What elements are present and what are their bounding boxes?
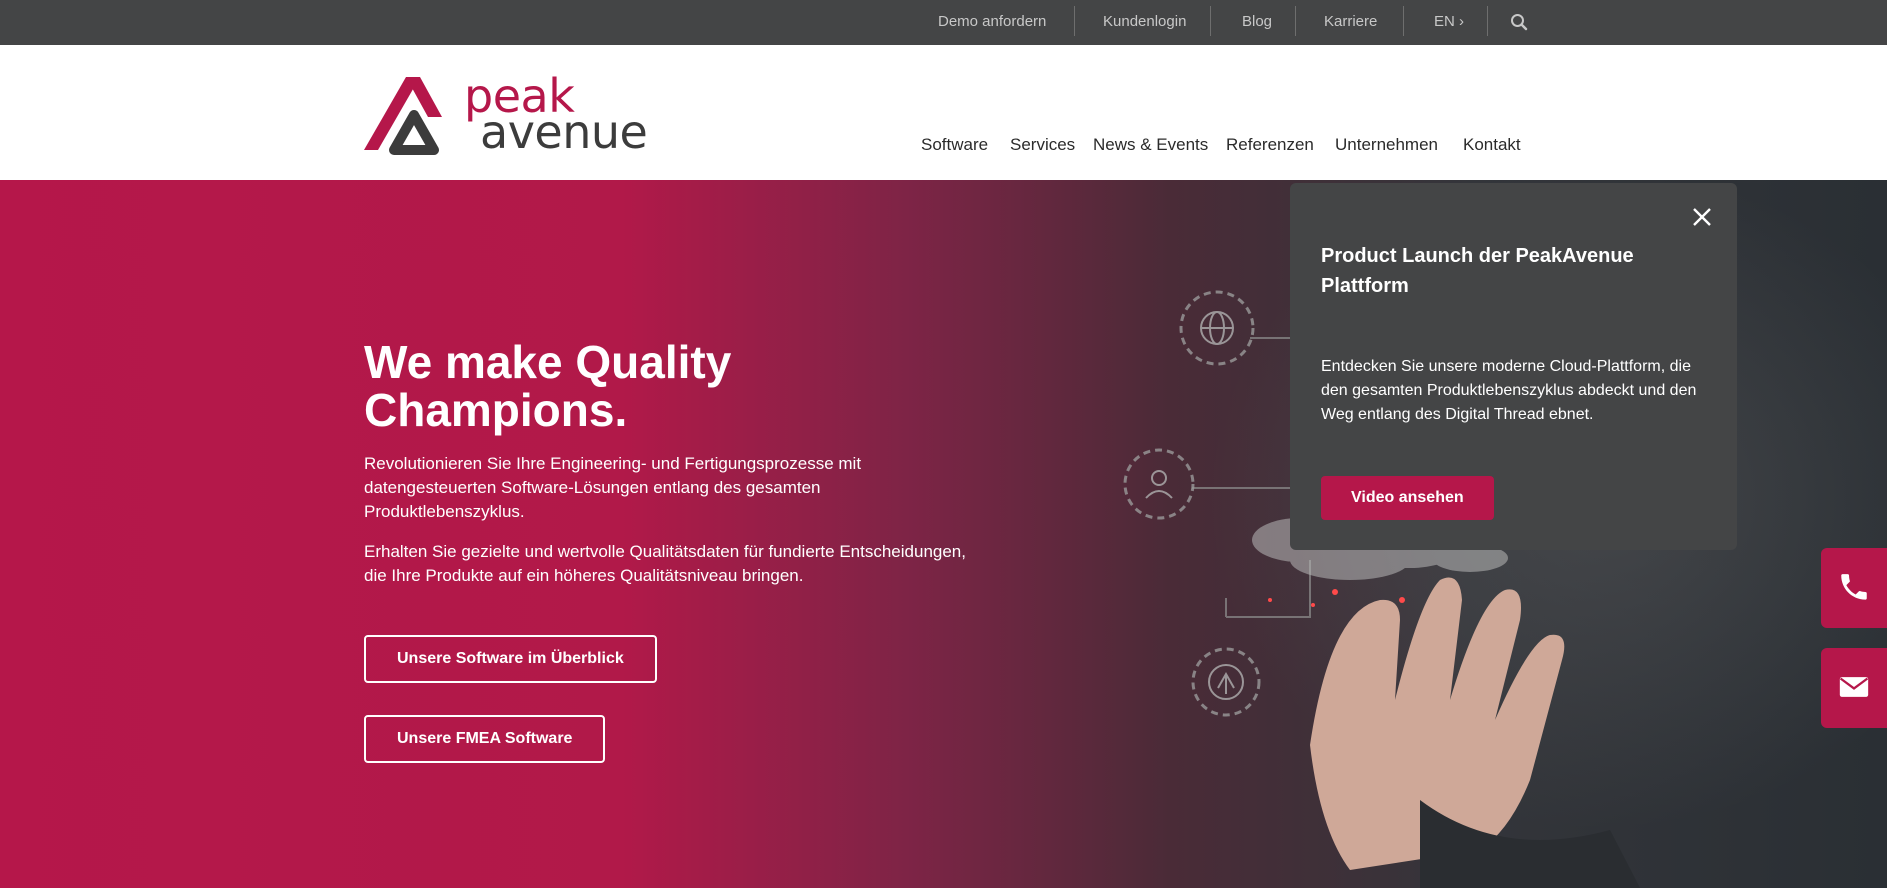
nav-item-unternehmen[interactable]: Unternehmen bbox=[1335, 135, 1438, 155]
topbar-link-karriere[interactable]: Karriere bbox=[1324, 0, 1377, 45]
logo-mark-icon bbox=[364, 77, 442, 155]
topbar-divider bbox=[1210, 6, 1211, 36]
nav-item-referenzen[interactable]: Referenzen bbox=[1226, 135, 1314, 155]
phone-icon bbox=[1841, 574, 1867, 600]
hero-paragraph-2: Erhalten Sie gezielte und wertvolle Qual… bbox=[364, 542, 966, 585]
topbar-divider bbox=[1487, 6, 1488, 36]
hero-paragraph-1: Revolutionieren Sie Ihre Engineering- un… bbox=[364, 454, 862, 521]
search-icon[interactable] bbox=[1510, 13, 1528, 31]
popup-title: Product Launch der PeakAvenue Plattform bbox=[1321, 245, 1634, 297]
watch-video-button[interactable]: Video ansehen bbox=[1321, 476, 1494, 520]
peakavenue-logo[interactable]: peak avenue bbox=[364, 69, 664, 159]
software-overview-button[interactable]: Unsere Software im Überblick bbox=[364, 635, 657, 683]
nav-item-news-events[interactable]: News & Events bbox=[1093, 135, 1208, 155]
phone-contact-tab[interactable] bbox=[1821, 548, 1887, 628]
nav-item-kontakt[interactable]: Kontakt bbox=[1463, 135, 1521, 155]
topbar-link-demo[interactable]: Demo anfordern bbox=[938, 0, 1046, 45]
topbar-divider bbox=[1295, 6, 1296, 36]
email-contact-tab[interactable] bbox=[1821, 648, 1887, 728]
nav-item-services[interactable]: Services bbox=[1010, 135, 1075, 155]
site-header: peak avenue Software Services News & Eve… bbox=[0, 45, 1887, 180]
language-switch[interactable]: EN › bbox=[1434, 0, 1464, 45]
topbar-divider bbox=[1074, 6, 1075, 36]
logo-text-avenue: avenue bbox=[480, 105, 648, 159]
mail-icon bbox=[1839, 677, 1869, 697]
product-launch-popup: Product Launch der PeakAvenue Plattform … bbox=[1290, 183, 1737, 550]
fmea-software-button[interactable]: Unsere FMEA Software bbox=[364, 715, 606, 763]
topbar-link-kundenlogin[interactable]: Kundenlogin bbox=[1103, 0, 1186, 45]
nav-item-software[interactable]: Software bbox=[921, 135, 988, 155]
close-icon[interactable] bbox=[1690, 205, 1714, 229]
hero-title: We make Quality Champions. bbox=[364, 336, 732, 436]
popup-text: Entdecken Sie unsere moderne Cloud-Platt… bbox=[1321, 358, 1697, 423]
top-utility-bar: Demo anfordern Kundenlogin Blog Karriere… bbox=[0, 0, 1887, 45]
topbar-divider bbox=[1403, 6, 1404, 36]
topbar-link-blog[interactable]: Blog bbox=[1242, 0, 1272, 45]
